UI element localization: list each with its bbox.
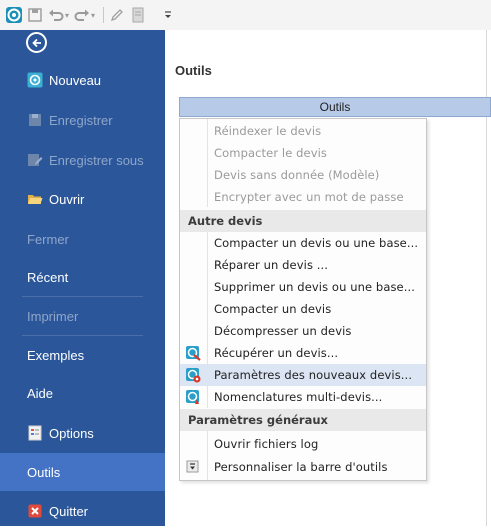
menu-item-label: Encrypter avec un mot de passe	[214, 190, 404, 204]
folder-open-icon	[27, 191, 43, 207]
backstage-sidebar: Nouveau Enregistrer Enregistrer sous Ouv…	[0, 30, 165, 526]
menu-item-label: Supprimer un devis ou une base...	[214, 280, 415, 294]
edit-icon[interactable]	[109, 7, 125, 23]
document-icon[interactable]	[130, 7, 146, 23]
nav-ouvrir[interactable]: Ouvrir	[0, 180, 165, 218]
menu-item-ouvrir-fichiers-log[interactable]: Ouvrir fichiers log	[180, 433, 426, 455]
nav-label: Enregistrer sous	[49, 152, 144, 168]
page-title: Outils	[175, 63, 212, 78]
outils-dropdown-button[interactable]: Outils	[179, 97, 491, 117]
nav-exemples[interactable]: Exemples	[0, 336, 165, 374]
close-icon	[27, 503, 43, 519]
app-icon[interactable]	[6, 7, 22, 23]
menu-item-devis-sans-donnee[interactable]: Devis sans donnée (Modèle)	[180, 164, 426, 186]
recover-icon	[185, 345, 201, 361]
menu-item-label: Ouvrir fichiers log	[214, 437, 319, 451]
nav-label: Enregistrer	[49, 112, 113, 128]
toolbar-separator	[103, 7, 105, 23]
customize-toolbar-icon	[185, 459, 201, 475]
settings-icon	[185, 367, 201, 383]
customize-toolbar-icon[interactable]	[160, 7, 176, 23]
menu-item-label: Compacter un devis	[214, 302, 332, 316]
undo-dropdown-icon[interactable]: ▾	[65, 11, 69, 20]
nav-enregistrer[interactable]: Enregistrer	[0, 101, 165, 139]
nav-fermer[interactable]: Fermer	[0, 220, 165, 258]
quick-access-toolbar: ▾ ▾	[0, 0, 491, 30]
nav-label: Outils	[27, 464, 61, 480]
menu-item-label: Paramètres des nouveaux devis...	[214, 368, 413, 382]
undo-icon[interactable]	[48, 7, 64, 23]
menu-item-compacter-le-devis[interactable]: Compacter le devis	[180, 142, 426, 164]
menu-item-label: Nomenclatures multi-devis...	[214, 390, 383, 404]
menu-item-reindexer[interactable]: Réindexer le devis	[180, 120, 426, 142]
menu-item-label: Compacter le devis	[214, 146, 327, 160]
nav-recent[interactable]: Récent	[0, 258, 165, 296]
menu-item-label: Personnaliser la barre d'outils	[214, 460, 388, 474]
menu-item-label: Devis sans donnée (Modèle)	[214, 168, 380, 182]
nav-label: Nouveau	[49, 72, 102, 88]
menu-item-label: Réindexer le devis	[214, 124, 322, 138]
menu-item-supprimer[interactable]: Supprimer un devis ou une base...	[180, 276, 426, 298]
nav-quitter[interactable]: Quitter	[0, 492, 165, 530]
nav-label: Imprimer	[27, 308, 79, 324]
save-as-icon	[27, 152, 43, 168]
nav-label: Récent	[27, 269, 69, 285]
nav-label: Ouvrir	[49, 191, 85, 207]
menu-header-parametres-generaux: Paramètres généraux	[180, 409, 426, 431]
nav-label: Aide	[27, 385, 54, 401]
menu-item-label: Compacter un devis ou une base...	[214, 236, 419, 250]
back-arrow-icon[interactable]	[26, 32, 47, 53]
redo-icon[interactable]	[74, 7, 90, 23]
menu-item-nomenclatures[interactable]: Nomenclatures multi-devis...	[180, 386, 426, 408]
menu-item-recuperer[interactable]: Récupérer un devis...	[180, 342, 426, 364]
menu-item-decompresser[interactable]: Décompresser un devis	[180, 320, 426, 342]
redo-dropdown-icon[interactable]: ▾	[91, 11, 95, 20]
new-document-icon	[27, 72, 43, 88]
nav-imprimer[interactable]: Imprimer	[0, 297, 165, 335]
nav-label: Fermer	[27, 231, 69, 247]
save-icon	[27, 112, 43, 128]
menu-item-label: Réparer un devis ...	[214, 258, 329, 272]
menu-item-label: Récupérer un devis...	[214, 346, 339, 360]
nav-label: Exemples	[27, 347, 85, 363]
outils-menu: Réindexer le devis Compacter le devis De…	[179, 118, 427, 481]
save-icon[interactable]	[27, 7, 43, 23]
nav-enregistrer-sous[interactable]: Enregistrer sous	[0, 141, 165, 179]
menu-header-autre-devis: Autre devis	[180, 210, 426, 232]
nav-nouveau[interactable]: Nouveau	[0, 61, 165, 99]
menu-item-label: Décompresser un devis	[214, 324, 352, 338]
nav-label: Options	[49, 425, 94, 441]
multi-document-icon	[185, 389, 201, 405]
nav-options[interactable]: Options	[0, 414, 165, 452]
nav-outils[interactable]: Outils	[0, 453, 165, 491]
menu-item-personnaliser-barre[interactable]: Personnaliser la barre d'outils	[180, 456, 426, 478]
dropdown-label: Outils	[319, 100, 351, 114]
menu-item-reparer[interactable]: Réparer un devis ...	[180, 254, 426, 276]
menu-item-compacter-un-devis[interactable]: Compacter un devis	[180, 298, 426, 320]
nav-label: Quitter	[49, 503, 89, 519]
nav-aide[interactable]: Aide	[0, 374, 165, 412]
menu-item-parametres-nouveaux-devis[interactable]: Paramètres des nouveaux devis...	[180, 364, 426, 386]
menu-item-compacter-devis-base[interactable]: Compacter un devis ou une base...	[180, 232, 426, 254]
menu-item-encrypter[interactable]: Encrypter avec un mot de passe	[180, 186, 426, 208]
options-icon	[27, 425, 43, 441]
